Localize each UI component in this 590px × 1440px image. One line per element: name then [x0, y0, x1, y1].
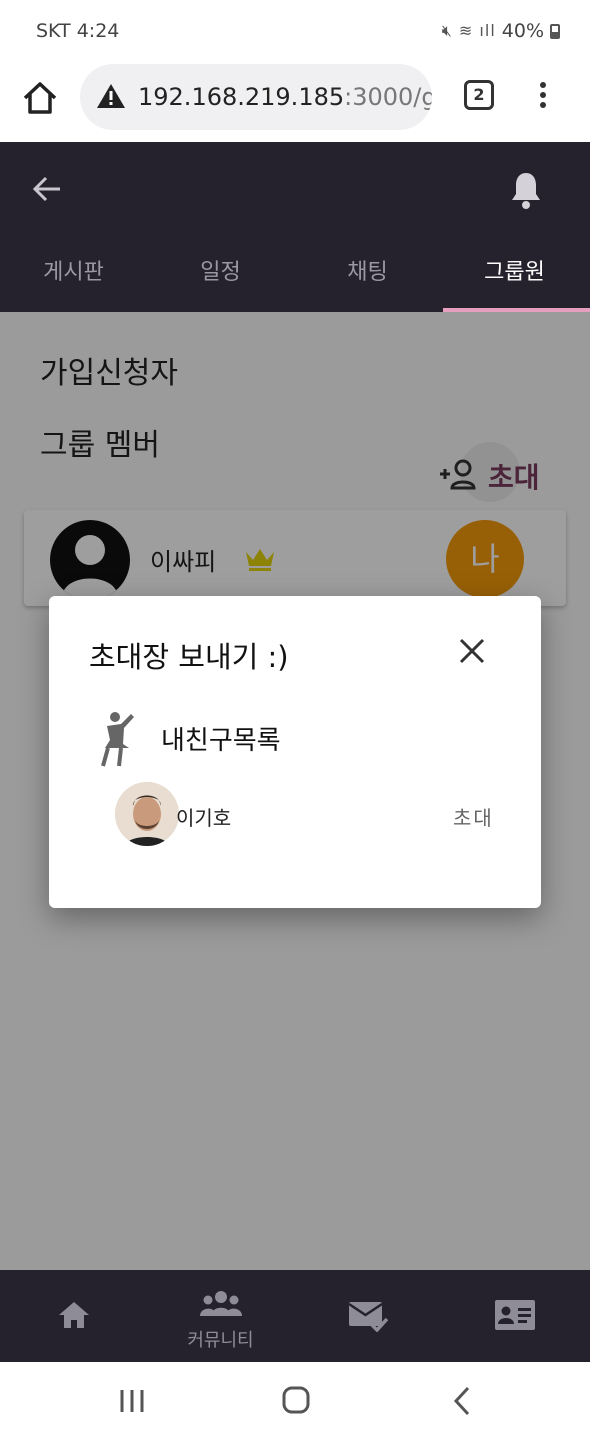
clock: 4:24 [76, 20, 120, 42]
tab-schedule[interactable]: 일정 [147, 248, 294, 312]
dialog-title: 초대장 보내기 :) [89, 640, 289, 674]
home-icon[interactable] [20, 78, 60, 118]
nav-community[interactable]: 커뮤니티 [147, 1270, 294, 1362]
invite-dialog: 초대장 보내기 :) 내친구목록 이기호 초대 [49, 596, 541, 908]
friends-list-heading: 내친구목록 [161, 726, 281, 756]
home-icon [58, 1302, 89, 1328]
browser-toolbar: 192.168.219.185:3000/g 2 [0, 62, 590, 142]
tab-bar: 게시판 일정 채팅 그룹원 [0, 248, 590, 312]
home-button-icon[interactable] [276, 1384, 316, 1418]
recent-apps-icon[interactable] [112, 1384, 152, 1418]
status-bar: SKT 4:24 🔇︎ ≋ ıll 40% [0, 0, 590, 62]
status-icons: 🔇︎ ≋ ıll 40% [442, 20, 560, 42]
app-header: 게시판 일정 채팅 그룹원 [0, 142, 590, 312]
bottom-navigation: 커뮤니티 [0, 1270, 590, 1362]
carrier-time: SKT 4:24 [36, 20, 119, 42]
url-text: 192.168.219.185:3000/g [138, 83, 432, 111]
tab-switcher-button[interactable]: 2 [464, 80, 494, 110]
nav-home[interactable] [0, 1270, 147, 1362]
friend-invite-button[interactable]: 초대 [453, 802, 494, 831]
back-nav-icon[interactable] [442, 1384, 482, 1418]
group-icon [199, 1291, 242, 1316]
warning-icon [97, 84, 125, 108]
mail-check-icon [347, 1302, 388, 1332]
friend-name: 이기호 [176, 806, 232, 830]
tab-board[interactable]: 게시판 [0, 248, 147, 312]
address-bar[interactable]: 192.168.219.185:3000/g [80, 64, 432, 130]
nav-community-label: 커뮤니티 [187, 1330, 254, 1351]
more-menu-icon[interactable] [536, 82, 550, 112]
system-navigation-bar [0, 1362, 590, 1440]
battery-percent: 40% [501, 20, 544, 42]
mute-wifi-signal-icon: 🔇︎ ≋ ıll [441, 21, 496, 40]
friend-avatar [115, 782, 179, 846]
tab-members[interactable]: 그룹원 [441, 248, 588, 312]
carrier: SKT [36, 20, 71, 42]
nav-mail[interactable] [294, 1270, 441, 1362]
bell-icon[interactable] [508, 170, 544, 210]
tab-chat[interactable]: 채팅 [294, 248, 441, 312]
nav-profile-card[interactable] [441, 1270, 588, 1362]
id-card-icon [494, 1300, 535, 1330]
person-waving-icon [101, 712, 134, 767]
battery-icon [550, 23, 560, 39]
back-arrow-icon[interactable] [30, 172, 64, 206]
close-icon[interactable] [457, 636, 487, 666]
